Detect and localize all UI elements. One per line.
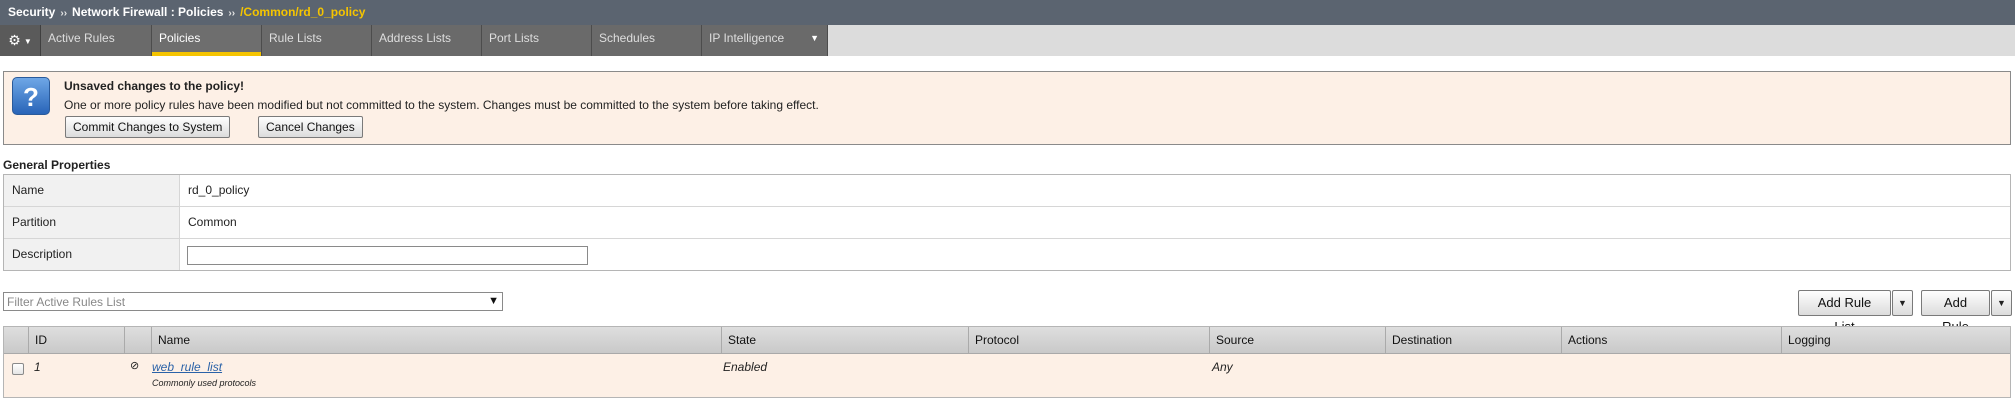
column-header-state[interactable]: State bbox=[721, 327, 968, 353]
breadcrumb-current: /Common/rd_0_policy bbox=[240, 5, 366, 19]
tab-address-lists[interactable]: Address Lists bbox=[372, 25, 482, 56]
rule-id: 1 bbox=[34, 360, 41, 374]
general-properties-title: General Properties bbox=[3, 158, 111, 172]
name-value: rd_0_policy bbox=[188, 183, 250, 197]
breadcrumb-section[interactable]: Security bbox=[8, 5, 55, 19]
unsaved-changes-alert: ? Unsaved changes to the policy! One or … bbox=[3, 71, 2011, 145]
column-header-id[interactable]: ID bbox=[28, 327, 124, 353]
rule-name-link[interactable]: web_rule_list bbox=[152, 360, 222, 374]
disabled-status-icon: ⊘ bbox=[130, 360, 140, 372]
tab-bar: ⚙ ▼ Active Rules Policies Rule Lists Addr… bbox=[0, 25, 2015, 56]
active-rules-table: ID Name State Protocol Source Destinatio… bbox=[3, 326, 2011, 398]
column-header-destination[interactable]: Destination bbox=[1385, 327, 1561, 353]
add-rule-button[interactable]: Add Rule bbox=[1921, 290, 1990, 334]
tab-port-lists[interactable]: Port Lists bbox=[482, 25, 592, 56]
partition-row: Partition Common bbox=[4, 207, 2010, 239]
rule-state: Enabled bbox=[723, 360, 768, 374]
partition-label: Partition bbox=[4, 207, 180, 238]
row-checkbox[interactable] bbox=[12, 363, 24, 375]
cancel-changes-button[interactable]: Cancel Changes bbox=[258, 116, 363, 138]
gear-menu-button[interactable]: ⚙ ▼ bbox=[0, 25, 41, 56]
column-header-source[interactable]: Source bbox=[1209, 327, 1385, 353]
rule-source: Any bbox=[1212, 360, 1233, 374]
add-rule-dropdown[interactable]: ▼ bbox=[1991, 290, 2012, 316]
alert-title: Unsaved changes to the policy! bbox=[64, 79, 245, 93]
description-label: Description bbox=[4, 239, 180, 270]
breadcrumb-page[interactable]: Network Firewall : Policies bbox=[72, 5, 223, 19]
breadcrumb: Security ›› Network Firewall : Policies ›› /… bbox=[0, 0, 2015, 25]
tab-schedules[interactable]: Schedules bbox=[592, 25, 702, 56]
description-row: Description bbox=[4, 239, 2010, 270]
add-rule-list-dropdown[interactable]: ▼ bbox=[1892, 290, 1913, 316]
breadcrumb-separator: ›› bbox=[60, 8, 68, 19]
tab-ip-intelligence[interactable]: IP Intelligence ▼ bbox=[702, 25, 828, 56]
table-row[interactable]: 1 ⊘ web_rule_list Commonly used protocol… bbox=[4, 354, 2010, 397]
tab-rule-lists[interactable]: Rule Lists bbox=[262, 25, 372, 56]
caret-down-icon: ▼ bbox=[1997, 298, 2006, 308]
filter-rules-input[interactable] bbox=[4, 293, 480, 310]
question-icon: ? bbox=[12, 77, 50, 115]
tab-policies[interactable]: Policies bbox=[152, 25, 262, 56]
commit-changes-button[interactable]: Commit Changes to System bbox=[65, 116, 231, 138]
column-header-logging[interactable]: Logging bbox=[1781, 327, 2010, 353]
name-label: Name bbox=[4, 175, 180, 206]
partition-value: Common bbox=[188, 215, 237, 229]
select-column-header bbox=[4, 327, 28, 353]
breadcrumb-separator: ›› bbox=[228, 8, 236, 19]
caret-down-icon: ▼ bbox=[810, 33, 819, 43]
table-header: ID Name State Protocol Source Destinatio… bbox=[4, 327, 2010, 354]
tab-ip-intelligence-label: IP Intelligence bbox=[709, 31, 785, 45]
alert-message: One or more policy rules have been modif… bbox=[64, 98, 819, 112]
funnel-icon[interactable]: ▼ bbox=[488, 295, 499, 307]
column-header-protocol[interactable]: Protocol bbox=[968, 327, 1209, 353]
caret-down-icon: ▼ bbox=[23, 36, 32, 46]
add-rule-list-button[interactable]: Add Rule List bbox=[1798, 290, 1891, 334]
column-header-name[interactable]: Name bbox=[151, 327, 721, 353]
caret-down-icon: ▼ bbox=[1898, 298, 1907, 308]
rule-description: Commonly used protocols bbox=[152, 378, 257, 388]
general-properties-table: Name rd_0_policy Partition Common Descri… bbox=[3, 174, 2011, 271]
filter-box: ▼ bbox=[3, 292, 503, 311]
status-column-header bbox=[124, 327, 151, 353]
name-row: Name rd_0_policy bbox=[4, 175, 2010, 207]
gear-icon: ⚙ bbox=[8, 32, 21, 48]
tab-active-rules[interactable]: Active Rules bbox=[41, 25, 152, 56]
description-field[interactable] bbox=[187, 246, 588, 265]
column-header-actions[interactable]: Actions bbox=[1561, 327, 1781, 353]
